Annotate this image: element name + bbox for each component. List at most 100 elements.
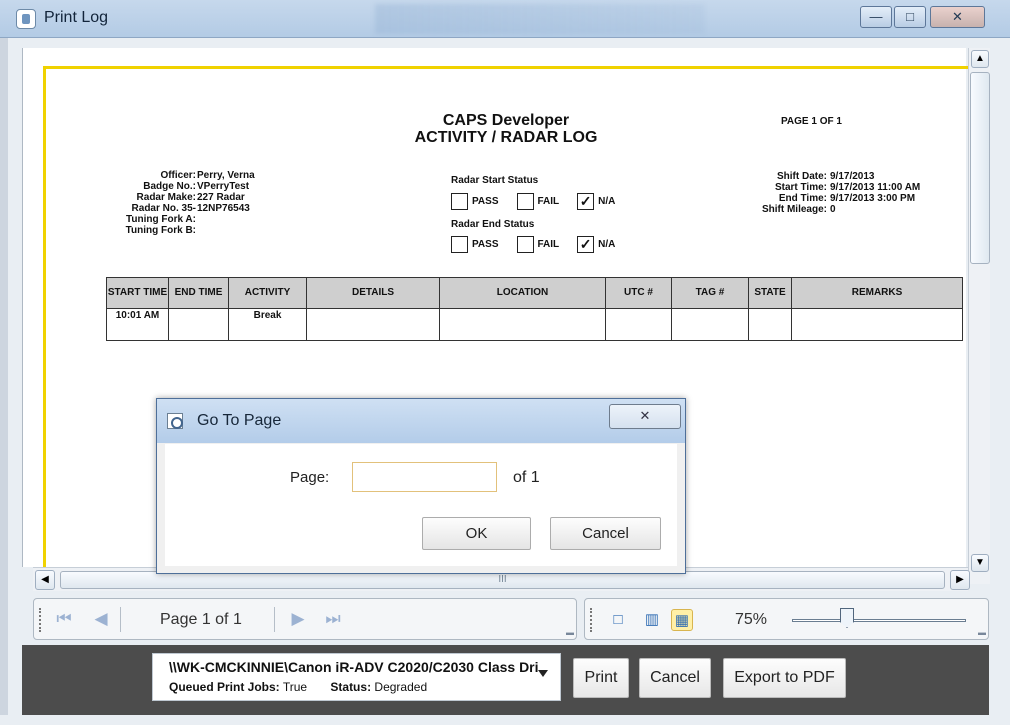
dialog-body: Page: of 1 OK Cancel (165, 444, 677, 566)
blue-left-edge (0, 38, 8, 715)
scroll-up-button[interactable]: ▲ (971, 50, 989, 68)
column-end-time: END TIME (169, 278, 229, 308)
officer-value: Perry, Verna (197, 170, 255, 181)
column-utc: UTC # (606, 278, 672, 308)
previous-page-icon[interactable]: ◀ (89, 607, 113, 631)
cancel-print-button[interactable]: Cancel (639, 658, 711, 698)
table-row: 10:01 AM Break (107, 309, 962, 340)
nav-separator (274, 607, 275, 632)
end-time-cell (169, 309, 229, 340)
status-value: Degraded (374, 680, 428, 694)
single-page-icon[interactable]: □ (607, 609, 629, 631)
end-time-label: End Time: (778, 193, 827, 204)
page-label: Page: (290, 469, 330, 486)
officer-labels: Officer: Badge No.: Radar Make: Radar No… (106, 170, 196, 236)
zoom-slider-track[interactable] (792, 619, 966, 622)
of-pages-label: of 1 (513, 469, 540, 486)
na-checkbox-checked: ✓ (577, 192, 595, 210)
minimize-button[interactable]: — (860, 6, 892, 28)
dialog-title: Go To Page (197, 412, 282, 429)
toolbar-grip-icon (590, 608, 594, 632)
shift-date-value: 9/17/2013 (830, 171, 875, 182)
print-button[interactable]: Print (573, 658, 629, 698)
search-icon (167, 413, 183, 429)
start-time-value: 9/17/2013 11:00 AM (830, 182, 921, 193)
radar-end-status-options: PASS FAIL ✓ N/A (451, 235, 615, 253)
radar-make-label: Radar Make: (136, 192, 196, 203)
shift-mileage-value: 0 (830, 204, 836, 215)
status-label: Status: (330, 680, 372, 694)
column-location: LOCATION (440, 278, 606, 308)
scroll-down-button[interactable]: ▼ (971, 554, 989, 572)
column-details: DETAILS (307, 278, 440, 308)
chevron-down-icon[interactable] (538, 670, 548, 677)
column-tag: TAG # (672, 278, 749, 308)
ok-button[interactable]: OK (422, 517, 531, 550)
report-title-line-2: ACTIVITY / RADAR LOG (414, 129, 598, 146)
toolbar-resize-grip: ▬ (978, 628, 986, 637)
column-state: STATE (749, 278, 792, 308)
shift-labels: Shift Date: Start Time: End Time: Shift … (717, 171, 827, 215)
two-page-icon[interactable]: ▥ (641, 609, 663, 631)
details-cell (307, 309, 440, 340)
tag-cell (672, 309, 749, 340)
report-title: CAPS Developer ACTIVITY / RADAR LOG (386, 112, 626, 146)
printer-status: Queued Print Jobs: True Status: Degraded (169, 680, 427, 694)
zoom-slider-thumb[interactable] (840, 608, 854, 628)
fail-checkbox (516, 235, 534, 253)
go-to-page-dialog: Go To Page ✕ Page: of 1 OK Cancel (156, 398, 686, 574)
print-log-app-icon (16, 9, 36, 29)
zoom-value: 75% (735, 611, 768, 628)
maximize-button[interactable]: □ (894, 6, 926, 28)
printer-selector[interactable]: \\WK-CMCKINNIE\Canon iR-ADV C2020/C2030 … (152, 653, 561, 701)
first-page-icon[interactable]: ⏮ (52, 607, 76, 631)
pass-label: PASS (472, 195, 499, 207)
view-zoom-toolbar: □ ▥ ▦ 75% ▬ (584, 598, 989, 640)
radar-number-value: 12NP76543 (197, 203, 250, 214)
badge-label: Badge No.: (143, 181, 196, 192)
queued-jobs-label: Queued Print Jobs: (169, 680, 280, 694)
remarks-cell (792, 309, 962, 340)
page-navigation-toolbar: ⏮ ◀ Page 1 of 1 ▶ ⏭ ▬ (33, 598, 577, 640)
printer-name: \\WK-CMCKINNIE\Canon iR-ADV C2020/C2030 … (169, 659, 539, 675)
column-start-time: START TIME (107, 278, 169, 308)
next-page-icon[interactable]: ▶ (286, 607, 310, 631)
vertical-scroll-thumb[interactable] (970, 72, 990, 264)
fail-label: FAIL (537, 238, 560, 250)
column-remarks: REMARKS (851, 287, 903, 298)
toolbar-grip-icon (39, 608, 43, 632)
table-header: START TIME END TIME ACTIVITY DETAILS LOC… (107, 278, 962, 309)
shift-values: 9/17/2013 9/17/2013 11:00 AM 9/17/2013 3… (830, 171, 920, 215)
pass-label: PASS (472, 238, 499, 250)
end-time-value: 9/17/2013 3:00 PM (830, 193, 916, 204)
activity-table: START TIME END TIME ACTIVITY DETAILS LOC… (106, 277, 963, 341)
pass-checkbox (451, 235, 468, 253)
scroll-left-button[interactable]: ◀ (35, 570, 55, 590)
radar-number-label: Radar No. 35- (131, 203, 196, 214)
activity-cell: Break (229, 309, 307, 340)
dialog-cancel-button[interactable]: Cancel (550, 517, 661, 550)
radar-make-value: 227 Radar (197, 192, 245, 203)
report-page-number: PAGE 1 OF 1 (781, 116, 842, 127)
na-label: N/A (598, 238, 616, 250)
dialog-titlebar: Go To Page ✕ (157, 399, 685, 443)
radar-end-status-label: Radar End Status (451, 219, 535, 230)
na-checkbox-checked: ✓ (577, 235, 595, 253)
utc-cell (606, 309, 672, 340)
report-title-line-1: CAPS Developer (442, 112, 570, 129)
print-footer: \\WK-CMCKINNIE\Canon iR-ADV C2020/C2030 … (22, 645, 989, 715)
vertical-scrollbar[interactable]: ▲ ▼ (968, 48, 990, 584)
location-cell (440, 309, 606, 340)
export-pdf-button[interactable]: Export to PDF (723, 658, 846, 698)
last-page-icon[interactable]: ⏭ (321, 607, 345, 631)
fail-checkbox (516, 192, 534, 210)
start-time-cell: 10:01 AM (107, 309, 169, 340)
toolbar-resize-grip: ▬ (566, 628, 574, 637)
fail-label: FAIL (537, 195, 560, 207)
grid-page-icon[interactable]: ▦ (671, 609, 693, 631)
page-number-input[interactable] (352, 462, 497, 492)
scroll-right-button[interactable]: ▶ (950, 570, 970, 590)
tuning-fork-b-label: Tuning Fork B: (125, 225, 196, 236)
window-close-button[interactable]: ✕ (930, 6, 985, 28)
dialog-close-button[interactable]: ✕ (609, 404, 681, 429)
